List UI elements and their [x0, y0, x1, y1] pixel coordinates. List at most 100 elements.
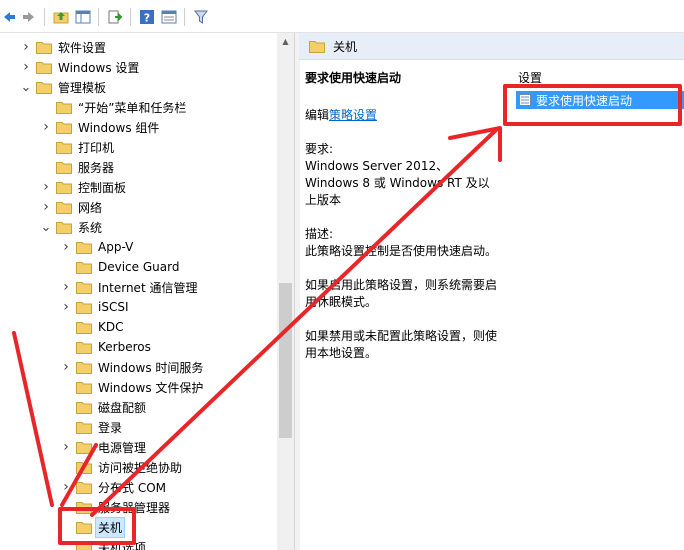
tree-item[interactable]: 登录	[60, 417, 124, 437]
scroll-thumb[interactable]	[279, 283, 292, 438]
properties-icon[interactable]	[160, 8, 178, 26]
tree-item-label: iSCSI	[98, 300, 129, 314]
tree-item-label: Device Guard	[98, 260, 180, 274]
help-icon[interactable]: ?	[138, 8, 156, 26]
tree-item[interactable]: 打印机	[40, 137, 116, 157]
tree-item[interactable]: Windows 文件保护	[60, 377, 205, 397]
tree-item[interactable]: › Internet 通信管理	[60, 277, 199, 297]
chevron-right-icon[interactable]: ›	[40, 117, 52, 137]
tree-item-label: 控制面板	[78, 180, 127, 195]
folder-icon	[76, 381, 92, 394]
settings-row-label: 要求使用快速启动	[536, 93, 633, 108]
tree-item[interactable]: › 分布式 COM	[60, 477, 168, 497]
chevron-right-icon[interactable]: ›	[60, 357, 72, 377]
folder-icon	[309, 40, 325, 53]
folder-icon	[76, 261, 92, 274]
tree-item-label: 软件设置	[58, 40, 107, 55]
folder-icon	[76, 481, 92, 494]
tree-item[interactable]: 关机选项	[60, 537, 148, 550]
chevron-right-icon[interactable]: ›	[20, 57, 32, 77]
chevron-right-icon[interactable]: ›	[60, 277, 72, 297]
tree-item[interactable]: 服务器	[40, 157, 116, 177]
tree-item[interactable]: ⌄ 系统	[40, 217, 104, 237]
chevron-right-icon[interactable]: ›	[60, 297, 72, 317]
folder-icon	[56, 181, 72, 194]
tree-item[interactable]: KDC	[60, 317, 126, 337]
tree-item[interactable]: Kerberos	[60, 337, 153, 357]
tree-item[interactable]: › Windows 设置	[20, 57, 141, 77]
disabled-text: 如果禁用或未配置此策略设置，则使用本地设置。	[305, 329, 498, 360]
chevron-right-icon[interactable]: ›	[60, 437, 72, 457]
tree-item-label: 管理模板	[58, 80, 107, 95]
tree-item[interactable]: › 软件设置	[20, 37, 108, 57]
pane-splitter[interactable]	[294, 33, 300, 550]
tree-item[interactable]: › iSCSI	[60, 297, 131, 317]
chevron-down-icon[interactable]: ⌄	[40, 217, 52, 237]
folder-icon	[76, 341, 92, 354]
tree-item-label: 关机选项	[98, 540, 147, 550]
export-list-icon[interactable]	[106, 8, 124, 26]
chevron-right-icon[interactable]: ›	[40, 177, 52, 197]
settings-list: 设置 要求使用快速启动	[502, 59, 684, 550]
tree-item[interactable]: ⌄ 管理模板	[20, 77, 108, 97]
folder-icon	[76, 401, 92, 414]
tree-item[interactable]: 访问被拒绝协助	[60, 457, 184, 477]
settings-column-header[interactable]: 设置	[518, 69, 542, 86]
chevron-right-icon[interactable]: ›	[20, 37, 32, 57]
up-folder-icon[interactable]	[52, 8, 70, 26]
tree-item[interactable]: 关机	[60, 516, 126, 538]
tree-item[interactable]: “开始”菜单和任务栏	[40, 97, 188, 117]
tree-item-label: 登录	[98, 420, 123, 435]
back-arrow-icon[interactable]	[0, 8, 18, 26]
chevron-down-icon[interactable]: ⌄	[20, 77, 32, 97]
folder-icon	[76, 321, 92, 334]
forward-arrow-icon[interactable]	[20, 8, 38, 26]
folder-icon	[76, 361, 92, 374]
folder-icon	[36, 81, 52, 94]
tree-item[interactable]: Device Guard	[60, 257, 181, 277]
tree-item-label: KDC	[98, 320, 124, 334]
settings-row[interactable]: 要求使用快速启动	[516, 91, 684, 109]
chevron-right-icon[interactable]: ›	[60, 237, 72, 257]
pane-header-title: 关机	[333, 39, 358, 54]
edit-policy-link[interactable]: 策略设置	[329, 108, 377, 122]
tree-item[interactable]: › Windows 时间服务	[60, 357, 205, 377]
filter-icon[interactable]	[192, 8, 210, 26]
folder-icon	[76, 301, 92, 314]
tree-item-label: 网络	[78, 200, 103, 215]
policy-tree[interactable]: › 软件设置 › Windows 设置 ⌄ 管理模板 “开始”菜单和任务栏 › Windows …	[0, 33, 277, 550]
tree-item-label: Windows 文件保护	[98, 380, 204, 395]
enabled-text: 如果启用此策略设置，则系统需要启用休眠模式。	[305, 278, 498, 309]
svg-text:?: ?	[144, 12, 150, 25]
chevron-right-icon[interactable]: ›	[40, 197, 52, 217]
folder-icon	[76, 541, 92, 550]
pane-header: 关机	[299, 33, 684, 60]
folder-icon	[56, 161, 72, 174]
scroll-up-arrow-icon[interactable]: ▲	[277, 33, 294, 50]
tree-item-label: Windows 组件	[78, 120, 160, 135]
tree-item[interactable]: › 网络	[40, 197, 104, 217]
tree-item[interactable]: › Windows 组件	[40, 117, 161, 137]
chevron-right-icon[interactable]: ›	[60, 477, 72, 497]
folder-icon	[56, 101, 72, 114]
tree-item[interactable]: 服务器管理器	[60, 497, 172, 517]
tree-scrollbar[interactable]: ▲	[277, 33, 294, 550]
tree-item[interactable]: 磁盘配额	[60, 397, 148, 417]
show-hide-tree-icon[interactable]	[74, 8, 92, 26]
tree-item[interactable]: › 电源管理	[60, 437, 148, 457]
folder-icon	[76, 441, 92, 454]
policy-setting-icon	[519, 94, 531, 106]
requirements-label: 要求:	[305, 142, 334, 156]
tree-item[interactable]: › 控制面板	[40, 177, 128, 197]
folder-icon	[56, 121, 72, 134]
tree-item[interactable]: › App-V	[60, 237, 135, 257]
folder-icon	[56, 221, 72, 234]
